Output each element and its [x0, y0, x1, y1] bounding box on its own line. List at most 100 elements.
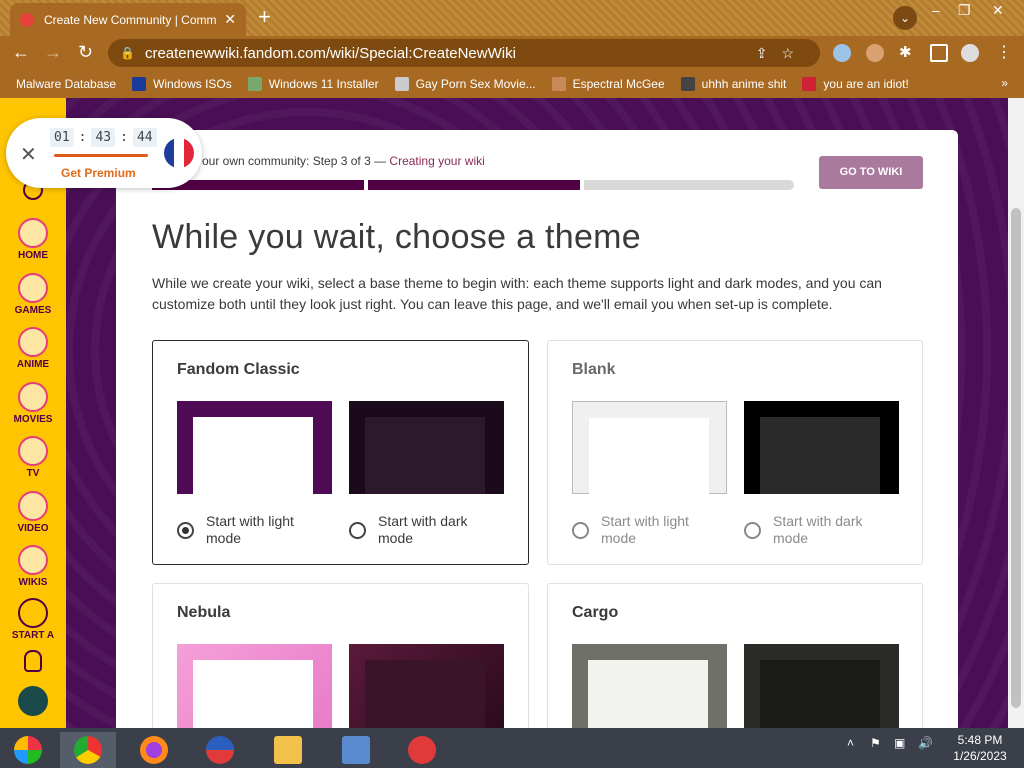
timer-display: 01 : 43 : 44	[50, 128, 157, 147]
bookmark-you-are-an-idiot[interactable]: you are an idiot!	[802, 77, 909, 91]
clapper-icon	[18, 382, 48, 412]
address-bar[interactable]: 🔒 createnewwiki.fandom.com/wiki/Special:…	[108, 39, 820, 67]
anime-face-icon	[18, 327, 48, 357]
action-center-flag-icon[interactable]: ⚑	[870, 736, 881, 750]
taskbar-clock[interactable]: 5:48 PM 1/26/2023	[944, 732, 1016, 764]
back-icon[interactable]: ←	[12, 42, 30, 62]
timer-minutes: 43	[91, 128, 116, 147]
restore-icon[interactable]: ❐	[958, 2, 971, 19]
avatar-icon	[551, 77, 566, 91]
fandom-favicon-icon	[20, 12, 34, 27]
get-premium-link[interactable]: Get Premium	[61, 166, 136, 180]
rail-tv[interactable]: TV	[0, 436, 66, 479]
light-mode-radio[interactable]	[572, 522, 589, 539]
p-app-icon	[408, 736, 436, 764]
step-indicator: our own community: Step 3 of 3 — Creatin…	[202, 154, 485, 168]
rail-notifications[interactable]	[0, 650, 66, 674]
forward-icon[interactable]: →	[44, 42, 62, 62]
url-text: createnewwiki.fandom.com/wiki/Special:Cr…	[144, 44, 516, 62]
side-panel-icon[interactable]	[930, 44, 948, 62]
volume-icon[interactable]: 🔊	[918, 736, 933, 750]
show-hidden-icons[interactable]: ˄	[847, 736, 854, 750]
dark-mode-option[interactable]: Start with dark mode	[343, 513, 503, 547]
theme-name: Nebula	[177, 604, 231, 621]
dark-mode-radio[interactable]	[349, 522, 366, 539]
bell-icon	[24, 650, 42, 672]
theme-preview-dark[interactable]	[744, 644, 899, 728]
windows-taskbar: ˄ ⚑ ▣ 🔊 5:48 PM 1/26/2023	[0, 728, 1024, 768]
theme-preview-light[interactable]	[572, 401, 727, 495]
rail-video[interactable]: VIDEO	[0, 491, 66, 534]
timer-seconds: 44	[132, 128, 157, 147]
bookmark-4[interactable]: Gay Porn Sex Movie...	[394, 77, 536, 91]
rail-games[interactable]: GAMES	[0, 273, 66, 316]
new-tab-button[interactable]: +	[258, 6, 271, 28]
theme-card-nebula[interactable]: Nebula	[152, 583, 529, 728]
theme-preview-dark[interactable]	[349, 644, 504, 728]
bookmark-windows-isos[interactable]: Windows ISOs	[132, 77, 232, 91]
rail-movies[interactable]: MOVIES	[0, 382, 66, 425]
rail-anime[interactable]: ANIME	[0, 327, 66, 370]
theme-name: Fandom Classic	[177, 361, 300, 378]
rail-start-a-wiki[interactable]: START A	[0, 598, 66, 641]
profile-icon[interactable]	[961, 44, 979, 62]
bookmark-anime[interactable]: uhhh anime shit	[680, 77, 786, 91]
bookmark-windows-11-installer[interactable]: Windows 11 Installer	[247, 77, 379, 91]
timer-progress-bar	[54, 154, 148, 157]
taskbar-app-3[interactable]	[192, 732, 248, 768]
bookmark-malware-database[interactable]: Malware Database	[16, 77, 116, 91]
light-mode-option[interactable]: Start with light mode	[171, 513, 331, 547]
dark-mode-option[interactable]: Start with dark mode	[738, 513, 898, 547]
taskbar-photos[interactable]	[328, 732, 384, 768]
create-wiki-card: our own community: Step 3 of 3 — Creatin…	[116, 130, 958, 728]
close-tab-icon[interactable]: ✕	[224, 11, 236, 28]
start-button[interactable]	[0, 732, 56, 768]
theme-preview-light[interactable]	[177, 644, 332, 728]
taskbar-chrome[interactable]	[60, 732, 116, 768]
extensions-puzzle-icon[interactable]: ✱	[899, 44, 917, 62]
share-bookmark-icons[interactable]: ⇪☆	[756, 45, 808, 62]
x-logo-icon	[132, 77, 147, 91]
theme-card-blank[interactable]: Blank Start with light mode Start with d…	[547, 340, 923, 565]
close-window-icon[interactable]: ✕	[992, 2, 1004, 19]
play-icon	[18, 491, 48, 521]
rail-home[interactable]: HOME	[0, 218, 66, 261]
progress-step-2	[368, 180, 580, 190]
fandom-global-nav: HOME GAMES ANIME MOVIES TV VIDEO WIKIS S…	[0, 98, 66, 728]
rail-avatar[interactable]	[0, 686, 66, 718]
bookmark-espectral-mcgee[interactable]: Espectral McGee	[551, 77, 665, 91]
windows-logo-icon	[14, 736, 42, 764]
reload-icon[interactable]: ↻	[78, 42, 93, 62]
menu-kebab-icon[interactable]: ⋮	[996, 44, 1014, 62]
network-icon[interactable]: ▣	[894, 736, 905, 750]
taskbar-file-explorer[interactable]	[260, 732, 316, 768]
browser-tab[interactable]: Create New Community | Commu... ✕	[10, 3, 246, 36]
tab-search-button[interactable]: ⌄	[893, 6, 917, 30]
page-scrollbar[interactable]	[1008, 98, 1024, 728]
theme-card-fandom-classic[interactable]: Fandom Classic Start with light mode Sta…	[152, 340, 529, 565]
france-flag-icon[interactable]	[164, 138, 194, 168]
light-mode-option[interactable]: Start with light mode	[566, 513, 726, 547]
timer-widget: ✕ 01 : 43 : 44 Get Premium	[6, 118, 202, 188]
photo-icon	[342, 736, 370, 764]
extension-flag-icon[interactable]	[833, 44, 851, 62]
book-icon	[18, 545, 48, 575]
rail-wikis[interactable]: WIKIS	[0, 545, 66, 588]
anime-icon	[680, 77, 695, 91]
taskbar-app-6[interactable]	[394, 732, 450, 768]
minimize-icon[interactable]: –	[932, 2, 940, 18]
theme-preview-light[interactable]	[177, 401, 332, 494]
bookmarks-overflow-icon[interactable]: »	[1001, 76, 1008, 90]
theme-preview-dark[interactable]	[744, 401, 899, 494]
go-to-wiki-button[interactable]: GO TO WIKI	[819, 156, 923, 189]
extension-avatar-icon[interactable]	[866, 44, 884, 62]
light-mode-radio[interactable]	[177, 522, 194, 539]
dark-mode-radio[interactable]	[744, 522, 761, 539]
taskbar-firefox[interactable]	[126, 732, 182, 768]
scrollbar-thumb[interactable]	[1011, 208, 1021, 708]
close-icon[interactable]: ✕	[20, 142, 37, 167]
bookmarks-bar: Malware Database Windows ISOs Windows 11…	[0, 70, 1024, 98]
theme-card-cargo[interactable]: Cargo	[547, 583, 923, 728]
theme-preview-dark[interactable]	[349, 401, 504, 494]
theme-preview-light[interactable]	[572, 644, 727, 728]
